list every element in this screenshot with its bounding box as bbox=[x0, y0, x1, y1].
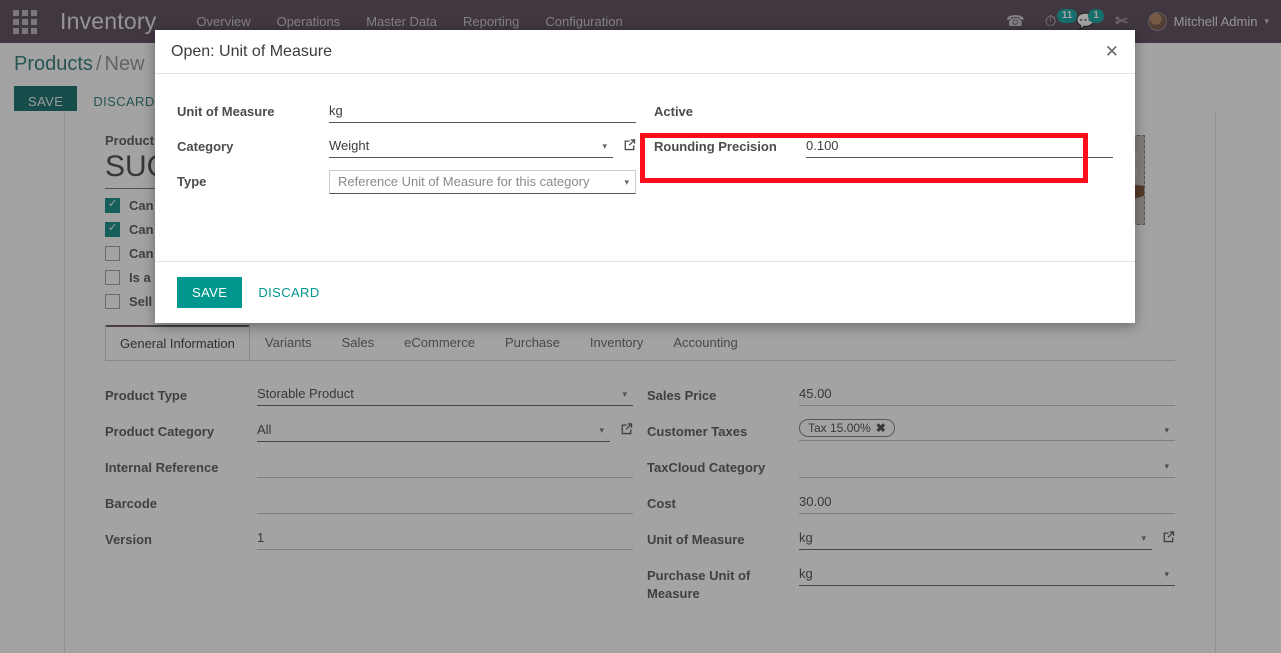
uom-category-input[interactable] bbox=[329, 135, 613, 158]
field-uom-category: Category ▾ bbox=[177, 135, 636, 161]
dialog-title: Open: Unit of Measure bbox=[171, 42, 332, 60]
uom-category-label: Category bbox=[177, 139, 234, 154]
active-label: Active bbox=[654, 104, 694, 119]
dialog-body: Unit of Measure Category ▾ bbox=[155, 74, 1135, 261]
dialog-save-button[interactable]: SAVE bbox=[177, 277, 243, 308]
uom-name-label: Unit of Measure bbox=[177, 104, 275, 119]
rounding-precision-input[interactable] bbox=[806, 135, 1113, 158]
chevron-down-icon: ▾ bbox=[624, 177, 629, 187]
field-rounding-precision: Rounding Precision bbox=[654, 135, 1113, 161]
uom-type-label: Type bbox=[177, 174, 207, 189]
dialog-discard-button[interactable]: DISCARD bbox=[248, 277, 329, 308]
unit-of-measure-dialog: Open: Unit of Measure ✕ Unit of Measure … bbox=[155, 30, 1135, 323]
close-icon[interactable]: ✕ bbox=[1105, 42, 1119, 62]
dialog-header: Open: Unit of Measure ✕ bbox=[155, 30, 1135, 74]
dialog-footer: SAVE DISCARD bbox=[155, 261, 1135, 323]
external-link-icon[interactable] bbox=[623, 135, 636, 156]
uom-name-input[interactable] bbox=[329, 100, 636, 123]
chevron-down-icon[interactable]: ▾ bbox=[602, 141, 607, 152]
field-active: Active bbox=[654, 100, 1113, 126]
field-uom-name: Unit of Measure bbox=[177, 100, 636, 126]
screen: Inventory Overview Operations Master Dat… bbox=[0, 0, 1281, 653]
dialog-column-left: Unit of Measure Category ▾ bbox=[177, 100, 636, 261]
uom-type-select[interactable]: Reference Unit of Measure for this categ… bbox=[329, 170, 636, 194]
uom-type-value: Reference Unit of Measure for this categ… bbox=[338, 174, 590, 189]
dialog-column-right: Active Rounding Precision bbox=[654, 100, 1113, 261]
rounding-precision-label: Rounding Precision bbox=[654, 139, 777, 154]
field-uom-type: Type Reference Unit of Measure for this … bbox=[177, 170, 636, 196]
